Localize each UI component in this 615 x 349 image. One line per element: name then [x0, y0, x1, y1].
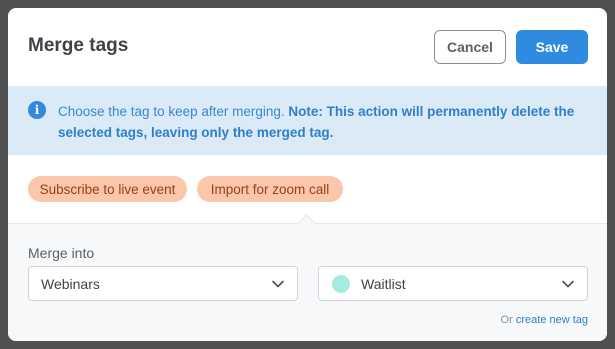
- tag-group-select[interactable]: Webinars: [28, 266, 298, 301]
- save-button[interactable]: Save: [516, 30, 588, 64]
- info-icon: i: [28, 101, 46, 119]
- chevron-down-icon: [272, 280, 284, 288]
- warning-notice: i Choose the tag to keep after merging. …: [8, 86, 607, 155]
- target-tag-select[interactable]: Waitlist: [318, 266, 588, 301]
- tag-chip: Subscribe to live event: [28, 176, 187, 202]
- tag-color-swatch: [332, 275, 350, 293]
- create-new-tag-row: Or create new tag: [501, 314, 588, 326]
- tag-group-value: Webinars: [41, 276, 100, 292]
- notice-message: Choose the tag to keep after merging.: [58, 104, 285, 119]
- merge-into-label: Merge into: [28, 245, 95, 261]
- notice-text: Choose the tag to keep after merging. No…: [58, 101, 588, 143]
- target-tag-value: Waitlist: [361, 276, 406, 292]
- modal-title: Merge tags: [28, 35, 129, 56]
- modal-header: Merge tags Cancel Save: [8, 8, 607, 86]
- selected-tags: Subscribe to live event Import for zoom …: [8, 155, 607, 224]
- merge-section: Merge into Webinars Waitlist Or create n…: [8, 224, 607, 341]
- tag-chip: Import for zoom call: [197, 176, 343, 202]
- create-prefix: Or: [500, 314, 513, 326]
- merge-tags-modal: Merge tags Cancel Save i Choose the tag …: [8, 8, 607, 341]
- chevron-down-icon: [562, 280, 574, 288]
- create-new-tag-link[interactable]: create new tag: [516, 314, 588, 326]
- cancel-button[interactable]: Cancel: [434, 30, 506, 64]
